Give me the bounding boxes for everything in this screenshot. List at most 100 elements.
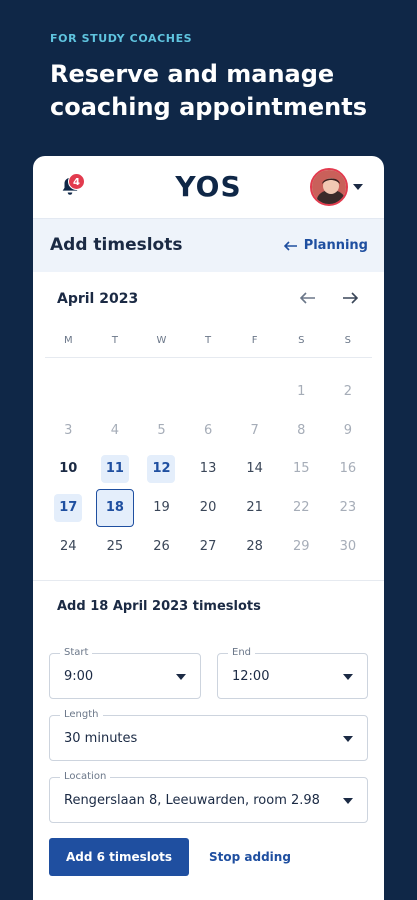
- calendar-day[interactable]: 13: [185, 450, 232, 489]
- calendar-day-label: [194, 377, 222, 405]
- calendar-day-label: 27: [199, 539, 217, 555]
- weekday-header: MTWTFSS: [45, 324, 372, 358]
- calendar-day[interactable]: 9: [325, 411, 372, 450]
- calendar-day: [92, 372, 139, 411]
- weekday-label: M: [63, 335, 73, 346]
- calendar-day-label: [241, 377, 269, 405]
- weekday-label: S: [344, 335, 352, 346]
- calendar-day[interactable]: 11: [92, 450, 139, 489]
- calendar-day-label: 17: [54, 493, 83, 522]
- calendar-day-label: 5: [157, 422, 166, 438]
- calendar-day-label: 7: [250, 422, 259, 438]
- calendar-day[interactable]: 6: [185, 411, 232, 450]
- calendar-day[interactable]: 27: [185, 527, 232, 566]
- calendar-day-label: 28: [246, 539, 263, 555]
- calendar-day[interactable]: 10: [45, 450, 92, 489]
- weekday-label: S: [298, 335, 305, 346]
- calendar-day-label: [54, 377, 82, 405]
- start-label: Start: [60, 647, 93, 658]
- calendar-day[interactable]: 5: [138, 411, 185, 450]
- calendar-day: [231, 372, 278, 411]
- calendar-day-label: 13: [199, 461, 217, 477]
- calendar-day-label: 24: [60, 539, 77, 555]
- page-title: Add timeslots: [50, 235, 183, 255]
- location-label: Location: [60, 771, 111, 782]
- calendar-day-label: 19: [153, 500, 170, 516]
- calendar-day-label: 3: [64, 422, 73, 438]
- weekday-label: T: [205, 335, 212, 346]
- calendar-day: [185, 372, 232, 411]
- location-value: Rengerslaan 8, Leeuwarden, room 2.98: [64, 793, 320, 808]
- planning-link-label: Planning: [303, 238, 368, 253]
- calendar-day[interactable]: 21: [231, 488, 278, 527]
- promo-title: Reserve and manage coaching appointments: [50, 60, 368, 121]
- location-select[interactable]: Location Rengerslaan 8, Leeuwarden, room…: [49, 771, 368, 823]
- chevron-down-icon: [343, 798, 353, 804]
- calendar-day-label: [147, 377, 175, 405]
- calendar-day[interactable]: 17: [45, 488, 92, 527]
- calendar-day-label: 23: [339, 500, 357, 516]
- calendar-day[interactable]: 14: [231, 450, 278, 489]
- app-card: 4 YOS Add timeslots Planning April 2023: [33, 156, 384, 900]
- calendar-day[interactable]: 1: [278, 372, 325, 411]
- calendar-day[interactable]: 18: [92, 488, 139, 527]
- page-header: Add timeslots Planning: [33, 218, 384, 272]
- calendar-day[interactable]: 28: [231, 527, 278, 566]
- calendar-day[interactable]: 30: [325, 527, 372, 566]
- form-section-title: Add 18 April 2023 timeslots: [57, 598, 261, 614]
- calendar-day: [138, 372, 185, 411]
- end-value: 12:00: [232, 669, 270, 684]
- calendar-day-label: 22: [292, 500, 310, 516]
- calendar-day[interactable]: 20: [185, 488, 232, 527]
- avatar[interactable]: [310, 168, 348, 206]
- arrow-left-icon: [283, 240, 297, 251]
- length-select[interactable]: Length 30 minutes: [49, 709, 368, 761]
- stop-adding-button[interactable]: Stop adding: [209, 850, 291, 864]
- calendar-day-label: 20: [199, 500, 217, 516]
- calendar-day-label: 10: [59, 461, 78, 477]
- add-timeslots-button[interactable]: Add 6 timeslots: [49, 838, 189, 876]
- calendar-day[interactable]: 24: [45, 527, 92, 566]
- calendar-day[interactable]: 22: [278, 488, 325, 527]
- calendar-grid: 1 2 3 4 5 6 7 8 9 10 11 12 13 14 15 16 17 18 19 20 21 22 23 24 2…: [45, 372, 384, 566]
- calendar-day[interactable]: 16: [325, 450, 372, 489]
- calendar-day[interactable]: 12: [138, 450, 185, 489]
- length-label: Length: [60, 709, 103, 720]
- calendar-day-label: 12: [147, 454, 176, 483]
- calendar-day[interactable]: 4: [92, 411, 139, 450]
- planning-link[interactable]: Planning: [283, 238, 368, 253]
- calendar-day-label: 30: [339, 539, 357, 555]
- calendar-day-label: 6: [203, 422, 213, 438]
- calendar-day-label: 18: [95, 488, 134, 527]
- calendar-day[interactable]: 8: [278, 411, 325, 450]
- month-label: April 2023: [57, 291, 139, 307]
- calendar-day[interactable]: 23: [325, 488, 372, 527]
- month-navigation: April 2023: [33, 272, 384, 324]
- calendar-day: [45, 372, 92, 411]
- weekday-label: T: [111, 335, 118, 346]
- chevron-down-icon: [343, 736, 353, 742]
- calendar-day-label: 8: [297, 422, 306, 438]
- chevron-down-icon[interactable]: [353, 184, 363, 190]
- calendar-day[interactable]: 3: [45, 411, 92, 450]
- calendar-day-label: 21: [246, 500, 263, 516]
- promo-kicker: FOR STUDY COACHES: [50, 32, 193, 45]
- calendar-day[interactable]: 19: [138, 488, 185, 527]
- calendar-day[interactable]: 29: [278, 527, 325, 566]
- calendar-day-label: 14: [246, 461, 263, 477]
- calendar-day[interactable]: 25: [92, 527, 139, 566]
- arrow-right-icon[interactable]: [342, 292, 358, 304]
- top-bar: 4 YOS: [33, 156, 384, 218]
- calendar-day[interactable]: 26: [138, 527, 185, 566]
- start-time-select[interactable]: Start 9:00: [49, 647, 201, 699]
- end-time-select[interactable]: End 12:00: [217, 647, 368, 699]
- calendar-day-label: 4: [110, 422, 120, 438]
- weekday-label: W: [156, 335, 167, 346]
- calendar-day-label: 9: [343, 422, 352, 438]
- calendar-day-label: 29: [292, 539, 310, 555]
- calendar-day[interactable]: 7: [231, 411, 278, 450]
- calendar-day[interactable]: 2: [325, 372, 372, 411]
- arrow-left-icon[interactable]: [300, 292, 316, 304]
- length-value: 30 minutes: [64, 731, 138, 746]
- calendar-day[interactable]: 15: [278, 450, 325, 489]
